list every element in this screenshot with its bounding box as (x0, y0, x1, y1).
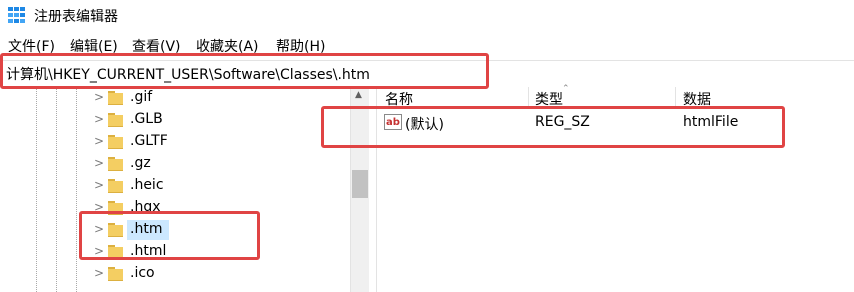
tree-item[interactable]: > .hqx (0, 197, 350, 219)
tree-item[interactable]: > .GLTF (0, 131, 350, 153)
tree-item[interactable]: > .heic (0, 175, 350, 197)
value-name: (默认) (405, 117, 444, 133)
value-type: REG_SZ (535, 114, 590, 130)
tree-item-label: .gz (130, 155, 151, 171)
window-title: 注册表编辑器 (34, 9, 118, 25)
column-header-type[interactable]: 类型 (527, 87, 677, 109)
tree-item-label: .html (130, 243, 167, 259)
address-bar[interactable]: 计算机\HKEY_CURRENT_USER\Software\Classes\.… (0, 60, 854, 88)
registry-editor-icon (8, 7, 26, 23)
chevron-right-icon[interactable]: > (94, 244, 104, 258)
tree-item[interactable]: > .ico (0, 263, 350, 285)
title-bar: 注册表编辑器 (0, 0, 854, 30)
tree-item-label: .heic (130, 177, 164, 193)
tree-item-label: .gif (130, 89, 153, 105)
column-header-data[interactable]: 数据 (675, 87, 854, 109)
chevron-right-icon[interactable]: > (94, 134, 104, 148)
tree-item-label: .GLB (130, 111, 163, 127)
menu-file[interactable]: 文件(F) (8, 36, 55, 56)
folder-icon (108, 157, 123, 171)
menu-help[interactable]: 帮助(H) (276, 36, 325, 56)
folder-icon (108, 245, 123, 259)
folder-icon (108, 267, 123, 281)
scroll-thumb[interactable] (352, 170, 368, 198)
folder-icon (108, 91, 123, 105)
menu-favorites[interactable]: 收藏夹(A) (196, 36, 259, 56)
chevron-right-icon[interactable]: > (94, 90, 104, 104)
value-row[interactable]: ab (默认) REG_SZ htmlFile (377, 112, 854, 134)
tree-item-label: .htm (130, 221, 163, 237)
tree-item[interactable]: > .gif (0, 87, 350, 109)
chevron-right-icon[interactable]: > (94, 178, 104, 192)
key-tree: > .gif > .GLB > .GLTF > .gz > .heic > .h… (0, 87, 350, 292)
menu-view[interactable]: 查看(V) (132, 36, 181, 56)
chevron-right-icon[interactable]: > (94, 222, 104, 236)
tree-item-label: .ico (130, 265, 155, 281)
folder-icon (108, 179, 123, 193)
tree-item-selected[interactable]: > .htm (0, 219, 350, 241)
chevron-right-icon[interactable]: > (94, 200, 104, 214)
tree-scrollbar[interactable]: ▲ (350, 87, 369, 292)
column-header-name[interactable]: 名称 (377, 87, 527, 109)
menu-bar: 文件(F) 编辑(E) 查看(V) 收藏夹(A) 帮助(H) (0, 34, 854, 56)
folder-icon (108, 223, 123, 237)
chevron-right-icon[interactable]: > (94, 156, 104, 170)
folder-icon (108, 135, 123, 149)
chevron-right-icon[interactable]: > (94, 112, 104, 126)
value-data: htmlFile (683, 114, 739, 130)
address-path[interactable]: 计算机\HKEY_CURRENT_USER\Software\Classes\.… (6, 64, 370, 84)
string-value-icon: ab (384, 114, 402, 130)
values-pane: 名称 类型 ⌃ 数据 ab (默认) REG_SZ htmlFile (377, 84, 854, 292)
menu-edit[interactable]: 编辑(E) (70, 36, 118, 56)
pane-splitter[interactable] (370, 87, 377, 292)
chevron-right-icon[interactable]: > (94, 266, 104, 280)
sort-arrow-icon: ⌃ (562, 84, 570, 94)
folder-icon (108, 113, 123, 127)
tree-item-label: .GLTF (130, 133, 168, 149)
tree-item[interactable]: > .GLB (0, 109, 350, 131)
tree-item-label: .hqx (130, 199, 161, 215)
tree-item[interactable]: > .gz (0, 153, 350, 175)
folder-icon (108, 201, 123, 215)
scroll-up-icon[interactable]: ▲ (355, 90, 362, 100)
tree-item[interactable]: > .html (0, 241, 350, 263)
